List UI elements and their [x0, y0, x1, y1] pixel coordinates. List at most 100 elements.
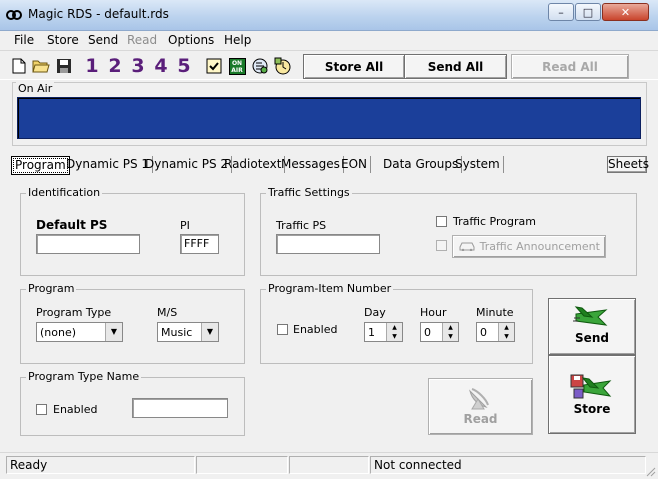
close-button[interactable]: ✕ [602, 3, 649, 21]
status-pane-2 [196, 456, 288, 474]
spin-down-icon[interactable]: ▼ [386, 332, 402, 341]
traffic-program-label: Traffic Program [453, 215, 536, 228]
menu-help[interactable]: Help [224, 33, 251, 47]
read-button[interactable]: Read [428, 378, 533, 435]
minimize-button[interactable]: – [548, 3, 574, 21]
maximize-button[interactable]: □ [575, 3, 601, 21]
default-ps-label: Default PS [36, 218, 108, 232]
ms-label: M/S [157, 306, 178, 319]
program-item-enabled-checkbox[interactable] [277, 324, 288, 335]
program-title: Program [26, 282, 77, 295]
tab-messages[interactable]: Messages [278, 156, 344, 173]
save-disk-icon[interactable] [54, 55, 74, 77]
tab-data-groups[interactable]: Data Groups [380, 156, 463, 173]
day-label: Day [364, 306, 386, 319]
preset-1-button[interactable]: 1 [82, 54, 102, 78]
chevron-down-icon: ▼ [105, 323, 122, 341]
hour-value: 0 [424, 326, 431, 339]
toolbar: 1 2 3 4 5 ON AIR Store All Send All Read… [0, 50, 658, 80]
spin-up-icon[interactable]: ▲ [386, 323, 402, 332]
sheets-button[interactable]: Sheets [607, 156, 649, 173]
preset-4-button[interactable]: 4 [151, 54, 171, 78]
send-button[interactable]: Send [548, 298, 636, 355]
spin-up-icon[interactable]: ▲ [498, 323, 514, 332]
rds-settings-icon[interactable] [250, 55, 270, 77]
read-all-button[interactable]: Read All [511, 54, 629, 79]
car-icon [459, 242, 475, 252]
magic-rds-logo-icon [6, 10, 22, 20]
chevron-down-icon: ▼ [201, 323, 218, 341]
status-text: Ready [6, 456, 195, 474]
new-file-icon[interactable] [9, 55, 29, 77]
program-type-value: (none) [40, 326, 77, 339]
open-folder-icon[interactable] [31, 55, 51, 77]
minute-label: Minute [476, 306, 514, 319]
identification-title: Identification [26, 186, 103, 199]
menu-file[interactable]: File [14, 33, 34, 47]
preset-5-button[interactable]: 5 [174, 54, 194, 78]
spin-down-icon[interactable]: ▼ [442, 332, 458, 341]
day-spinner[interactable]: 1 ▲ ▼ [364, 322, 403, 342]
menu-read[interactable]: Read [127, 33, 157, 47]
menu-store[interactable]: Store [47, 33, 79, 47]
ms-select[interactable]: Music ▼ [157, 322, 219, 342]
pi-input[interactable]: FFFF [180, 234, 219, 254]
ptyn-enabled-label: Enabled [53, 403, 98, 416]
store-button[interactable]: Store [548, 355, 636, 434]
satellite-dish-icon [468, 388, 489, 410]
tab-dynamic-ps-2[interactable]: Dynamic PS 2 [142, 156, 233, 173]
minute-spinner[interactable]: 0 ▲ ▼ [476, 322, 515, 342]
minute-value: 0 [480, 326, 487, 339]
hour-label: Hour [420, 306, 447, 319]
preset-3-button[interactable]: 3 [128, 54, 148, 78]
traffic-program-checkbox[interactable] [436, 216, 447, 227]
tab-radiotext[interactable]: Radiotext [221, 156, 286, 173]
hour-spinner[interactable]: 0 ▲ ▼ [420, 322, 459, 342]
spin-up-icon[interactable]: ▲ [442, 323, 458, 332]
menu-options[interactable]: Options [168, 33, 214, 47]
status-bar: Ready Not connected [0, 452, 658, 479]
tab-dynamic-ps-1[interactable]: Dynamic PS 1 [63, 156, 154, 173]
store-all-button[interactable]: Store All [303, 54, 405, 79]
jet-send-icon [573, 306, 608, 326]
title-bar[interactable]: Magic RDS - default.rds – □ ✕ [0, 0, 658, 31]
pi-label: PI [180, 219, 190, 232]
default-ps-input[interactable] [36, 234, 140, 254]
on-air-display [17, 97, 641, 139]
program-type-name-title: Program Type Name [26, 370, 142, 383]
menu-bar: File Store Send Read Options Help [0, 31, 658, 49]
checklist-icon[interactable] [204, 55, 224, 77]
traffic-settings-title: Traffic Settings [266, 186, 352, 199]
program-item-title: Program-Item Number [266, 282, 394, 295]
read-button-label: Read [463, 412, 498, 426]
on-air-icon[interactable]: ON AIR [227, 55, 247, 77]
program-type-select[interactable]: (none) ▼ [36, 322, 123, 342]
traffic-ps-input[interactable] [276, 234, 380, 254]
minimize-icon: – [558, 5, 564, 19]
traffic-announcement-checkbox[interactable] [436, 240, 447, 251]
store-button-label: Store [573, 402, 611, 416]
traffic-announcement-label: Traffic Announcement [479, 240, 600, 253]
resize-grip-icon[interactable] [644, 465, 656, 477]
traffic-ps-label: Traffic PS [276, 219, 327, 232]
ptyn-enabled-checkbox[interactable] [36, 404, 47, 415]
preset-2-button[interactable]: 2 [105, 54, 125, 78]
ptyn-input[interactable] [132, 398, 228, 418]
tab-program[interactable]: Program [11, 156, 70, 175]
tab-system[interactable]: System [452, 156, 504, 173]
program-item-enabled-label: Enabled [293, 323, 338, 336]
menu-send[interactable]: Send [88, 33, 118, 47]
jet-store-icon [570, 374, 612, 399]
close-icon: ✕ [620, 5, 631, 19]
traffic-announcement-button[interactable]: Traffic Announcement [452, 235, 606, 258]
clock-icon[interactable] [273, 55, 293, 77]
on-air-label: On Air [16, 82, 55, 95]
spin-down-icon[interactable]: ▼ [498, 332, 514, 341]
send-button-label: Send [575, 331, 609, 345]
send-all-button[interactable]: Send All [404, 54, 507, 79]
on-air-icon-text: ON AIR [228, 57, 246, 75]
tab-eon[interactable]: EON [338, 156, 372, 173]
window-title: Magic RDS - default.rds [28, 7, 169, 21]
maximize-icon: □ [582, 5, 594, 19]
connection-status: Not connected [370, 456, 646, 474]
